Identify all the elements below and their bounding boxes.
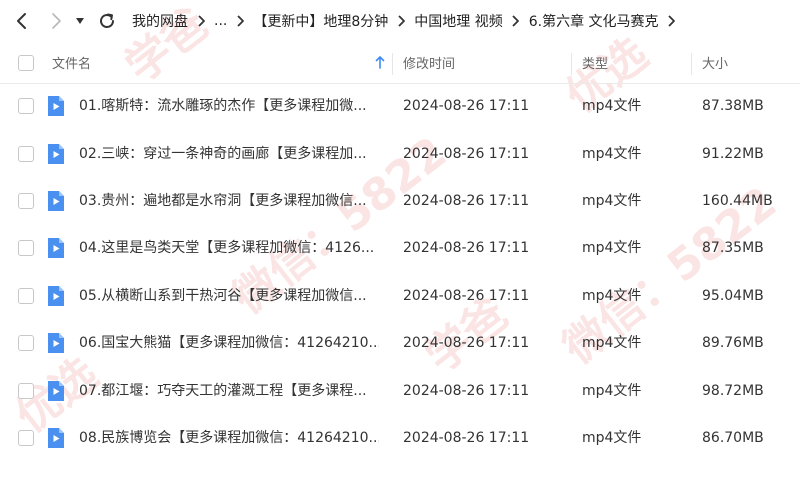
file-row[interactable]: 07.都江堰：巧夺天工的灌溉工程【更多课程... 2024-08-26 17:1… — [0, 367, 800, 415]
file-type: mp4文件 — [582, 288, 642, 304]
file-name[interactable]: 01.喀斯特：流水雕琢的杰作【更多课程加微... — [79, 82, 379, 130]
chevron-right-icon — [661, 0, 683, 42]
file-type: mp4文件 — [582, 430, 642, 446]
file-type: mp4文件 — [582, 383, 642, 399]
file-name[interactable]: 02.三峡：穿过一条神奇的画廊【更多课程加... — [79, 130, 379, 178]
file-list-header: 文件名 修改时间 类型 大小 — [0, 42, 800, 84]
file-row[interactable]: 04.这里是鸟类天堂【更多课程加微信：4126... 2024-08-26 17… — [0, 224, 800, 272]
file-row-checkbox[interactable] — [18, 288, 34, 304]
file-modified-time: 2024-08-26 17:11 — [403, 98, 530, 114]
forward-button[interactable] — [44, 0, 68, 42]
file-row-checkbox[interactable] — [18, 146, 34, 162]
chevron-right-icon — [229, 0, 251, 42]
video-file-icon — [48, 286, 64, 306]
breadcrumb-item[interactable]: 我的网盘 — [130, 11, 190, 31]
file-size: 87.38MB — [702, 98, 764, 114]
breadcrumb-item[interactable]: 中国地理 视频 — [412, 11, 504, 31]
file-size: 98.72MB — [702, 383, 764, 399]
file-row[interactable]: 02.三峡：穿过一条神奇的画廊【更多课程加... 2024-08-26 17:1… — [0, 130, 800, 178]
breadcrumb: 我的网盘 ... 【更新中】地理8分钟 中国地理 视频 6.第六章 文化马赛克 — [130, 0, 683, 42]
file-row[interactable]: 05.从横断山系到干热河谷【更多课程加微信... 2024-08-26 17:1… — [0, 272, 800, 320]
file-modified-time: 2024-08-26 17:11 — [403, 193, 530, 209]
file-row-checkbox[interactable] — [18, 240, 34, 256]
video-file-icon — [48, 238, 64, 258]
file-name[interactable]: 05.从横断山系到干热河谷【更多课程加微信... — [79, 272, 379, 320]
chevron-right-icon — [52, 13, 61, 29]
file-size: 160.44MB — [702, 193, 773, 209]
sort-arrow-up-icon[interactable] — [375, 56, 385, 69]
refresh-button[interactable] — [92, 0, 122, 42]
file-name[interactable]: 08.民族博览会【更多课程加微信：41264210... — [79, 414, 379, 462]
file-row-checkbox[interactable] — [18, 383, 34, 399]
column-header-name[interactable]: 文件名 — [52, 53, 91, 72]
file-name[interactable]: 06.国宝大熊猫【更多课程加微信：41264210... — [79, 319, 379, 367]
file-size: 89.76MB — [702, 335, 764, 351]
refresh-icon — [100, 13, 114, 28]
file-row-checkbox[interactable] — [18, 335, 34, 351]
chevron-right-icon — [390, 0, 412, 42]
file-row-checkbox[interactable] — [18, 193, 34, 209]
column-header-size[interactable]: 大小 — [702, 53, 728, 72]
chevron-right-icon — [505, 0, 527, 42]
file-type: mp4文件 — [582, 146, 642, 162]
file-size: 86.70MB — [702, 430, 764, 446]
file-type: mp4文件 — [582, 240, 642, 256]
breadcrumb-item-current[interactable]: 6.第六章 文化马赛克 — [527, 11, 661, 31]
file-name[interactable]: 04.这里是鸟类天堂【更多课程加微信：4126... — [79, 224, 379, 272]
chevron-right-icon — [190, 0, 212, 42]
column-header-time[interactable]: 修改时间 — [403, 53, 455, 72]
column-divider[interactable] — [571, 53, 572, 75]
chevron-left-icon — [17, 13, 26, 29]
back-button[interactable] — [0, 0, 44, 42]
video-file-icon — [48, 333, 64, 353]
breadcrumb-item[interactable]: 【更新中】地理8分钟 — [251, 11, 390, 31]
file-name[interactable]: 07.都江堰：巧夺天工的灌溉工程【更多课程... — [79, 367, 379, 415]
file-row-checkbox[interactable] — [18, 98, 34, 114]
caret-down-icon — [76, 18, 84, 24]
column-divider[interactable] — [691, 53, 692, 75]
file-row[interactable]: 08.民族博览会【更多课程加微信：41264210... 2024-08-26 … — [0, 414, 800, 462]
file-row[interactable]: 01.喀斯特：流水雕琢的杰作【更多课程加微... 2024-08-26 17:1… — [0, 82, 800, 130]
file-modified-time: 2024-08-26 17:11 — [403, 146, 530, 162]
file-row[interactable]: 06.国宝大熊猫【更多课程加微信：41264210... 2024-08-26 … — [0, 319, 800, 367]
file-type: mp4文件 — [582, 98, 642, 114]
file-modified-time: 2024-08-26 17:11 — [403, 335, 530, 351]
file-modified-time: 2024-08-26 17:11 — [403, 288, 530, 304]
file-modified-time: 2024-08-26 17:11 — [403, 240, 530, 256]
video-file-icon — [48, 381, 64, 401]
file-row[interactable]: 03.贵州：遍地都是水帘洞【更多课程加微信... 2024-08-26 17:1… — [0, 177, 800, 225]
video-file-icon — [48, 428, 64, 448]
file-modified-time: 2024-08-26 17:11 — [403, 383, 530, 399]
file-modified-time: 2024-08-26 17:11 — [403, 430, 530, 446]
history-dropdown-button[interactable] — [68, 0, 92, 42]
select-all-checkbox[interactable] — [18, 55, 34, 71]
breadcrumb-item[interactable]: ... — [212, 13, 229, 29]
video-file-icon — [48, 191, 64, 211]
column-header-type[interactable]: 类型 — [582, 53, 608, 72]
file-type: mp4文件 — [582, 335, 642, 351]
file-size: 87.35MB — [702, 240, 764, 256]
video-file-icon — [48, 96, 64, 116]
column-divider[interactable] — [392, 53, 393, 75]
file-type: mp4文件 — [582, 193, 642, 209]
file-size: 91.22MB — [702, 146, 764, 162]
navigation-toolbar: 我的网盘 ... 【更新中】地理8分钟 中国地理 视频 6.第六章 文化马赛克 — [0, 0, 800, 42]
file-row-checkbox[interactable] — [18, 430, 34, 446]
file-size: 95.04MB — [702, 288, 764, 304]
file-name[interactable]: 03.贵州：遍地都是水帘洞【更多课程加微信... — [79, 177, 379, 225]
video-file-icon — [48, 144, 64, 164]
